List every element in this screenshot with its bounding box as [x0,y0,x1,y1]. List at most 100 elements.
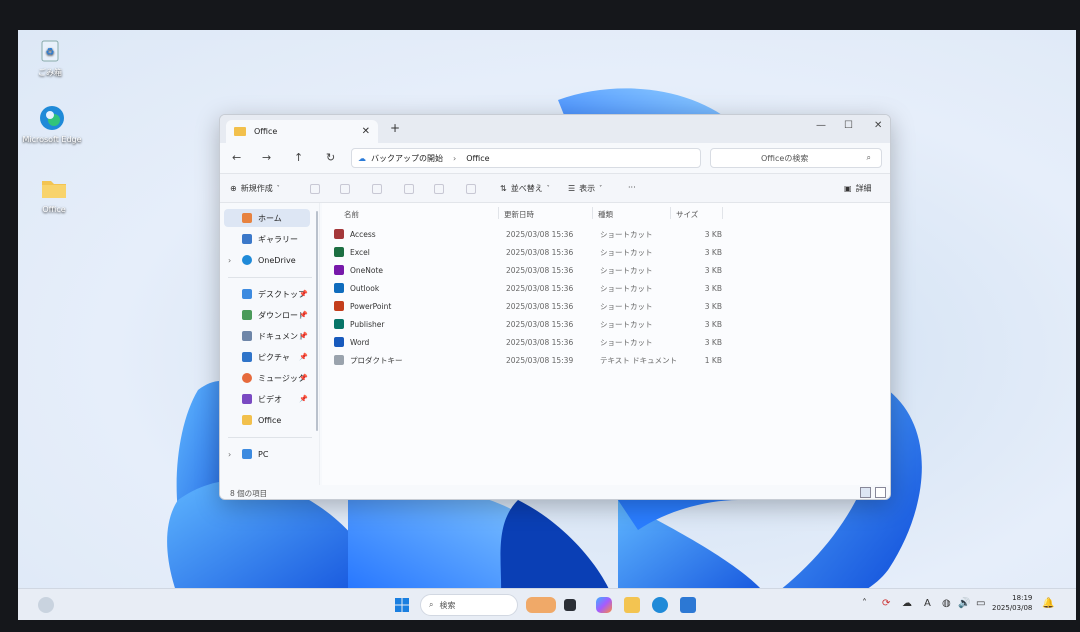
nav-item-music[interactable]: ミュージック 📌 [220,369,312,387]
cloud-offline-icon[interactable]: ☁ [902,598,912,609]
nav-item-home[interactable]: ホーム [224,209,310,227]
delete-icon[interactable] [466,184,476,194]
breadcrumb-item[interactable]: バックアップの開始 [371,153,443,164]
desktop-icon-label: Office [42,205,66,214]
more-options-button[interactable]: ··· [628,183,636,192]
column-header-name[interactable]: 名前 [344,209,359,220]
chevron-right-icon: › [453,153,457,163]
refresh-icon[interactable]: ↻ [326,151,335,164]
sort-button[interactable]: ⇅ 並べ替え ˅ [500,183,550,194]
pin-icon[interactable]: 📌 [299,332,308,340]
up-arrow-icon[interactable]: ↑ [294,151,303,164]
details-view-icon[interactable] [860,487,871,498]
globe-icon[interactable]: ◍ [942,598,951,609]
chevron-up-icon[interactable]: ˄ [862,598,867,609]
tiles-view-icon[interactable] [875,487,886,498]
nav-item-downloads[interactable]: ダウンロード 📌 [220,306,312,324]
desktop-icon-label: Microsoft Edge [22,135,82,144]
start-icon[interactable] [394,597,410,613]
column-separator[interactable] [670,207,671,219]
back-arrow-icon[interactable]: ← [232,151,241,164]
pin-icon[interactable]: 📌 [299,353,308,361]
breadcrumb-item[interactable]: Office [466,154,489,163]
edge-icon[interactable] [652,597,668,613]
nav-item-pictures[interactable]: ピクチャ 📌 [220,348,312,366]
paste-icon[interactable] [372,184,382,194]
close-window-icon[interactable]: ✕ [874,120,882,131]
task-view-icon[interactable] [564,599,576,611]
pin-icon[interactable]: 📌 [299,395,308,403]
minimize-icon[interactable]: — [816,120,826,131]
nav-label: ビデオ [258,394,282,404]
nav-item-onedrive[interactable]: › OneDrive [220,251,312,269]
nav-scrollbar[interactable] [316,211,318,431]
column-header-type[interactable]: 種類 [598,209,613,220]
column-separator[interactable] [722,207,723,219]
edge-icon [38,104,66,132]
chevron-down-icon: ˅ [599,185,603,192]
store-icon[interactable] [680,597,696,613]
excel-shortcut-icon [334,247,344,257]
file-row[interactable]: Excel 2025/03/08 15:36 ショートカット 3 KB [334,243,724,261]
file-row[interactable]: Publisher 2025/03/08 15:36 ショートカット 3 KB [334,315,724,333]
file-type: ショートカット [600,301,653,311]
column-separator[interactable] [498,207,499,219]
search-highlight-icon[interactable] [526,597,556,613]
plus-circle-icon: ⊕ [230,184,237,193]
file-row[interactable]: OneNote 2025/03/08 15:36 ショートカット 3 KB [334,261,724,279]
nav-divider [228,277,312,278]
update-icon[interactable]: ⟳ [882,598,890,609]
file-explorer-icon[interactable] [624,597,640,613]
copy-icon[interactable] [340,184,350,194]
address-bar[interactable]: ☁ バックアップの開始 › Office [351,148,701,168]
file-explorer-window: Office ✕ + — ☐ ✕ ← → ↑ ↻ ☁ バックアップの開始 › O… [219,114,891,500]
pin-icon[interactable]: 📌 [299,290,308,298]
column-separator[interactable] [592,207,593,219]
pin-icon[interactable]: 📌 [299,311,308,319]
copilot-icon[interactable] [596,597,612,613]
chevron-down-icon: ˅ [546,185,550,192]
taskbar-search[interactable]: ⌕ 検索 [420,594,518,616]
search-icon: ⌕ [429,600,434,609]
tab-office[interactable]: Office ✕ [226,120,378,143]
nav-item-documents[interactable]: ドキュメント 📌 [220,327,312,345]
new-tab-button[interactable]: + [390,121,400,135]
battery-icon[interactable]: ▭ [976,598,985,609]
nav-item-gallery[interactable]: ギャラリー [220,230,312,248]
column-header-date[interactable]: 更新日時 [504,209,534,220]
file-row[interactable]: Outlook 2025/03/08 15:36 ショートカット 3 KB [334,279,724,297]
nav-item-pc[interactable]: › PC [220,445,312,463]
forward-arrow-icon[interactable]: → [262,151,271,164]
desktop-icon-recycle-bin[interactable]: ♻ ごみ箱 [20,36,80,78]
tab-title: Office [254,127,278,136]
file-row[interactable]: PowerPoint 2025/03/08 15:36 ショートカット 3 KB [334,297,724,315]
file-size: 3 KB [704,301,722,311]
volume-icon[interactable]: 🔊 [958,598,970,609]
close-tab-icon[interactable]: ✕ [362,126,370,137]
rename-icon[interactable] [404,184,414,194]
widgets-icon[interactable] [38,597,54,613]
desktop-icon-edge[interactable]: Microsoft Edge [22,104,82,144]
column-header-size[interactable]: サイズ [676,209,698,220]
file-row[interactable]: Access 2025/03/08 15:36 ショートカット 3 KB [334,225,724,243]
search-box[interactable]: Officeの検索 ⌕ [710,148,882,168]
pin-icon[interactable]: 📌 [299,374,308,382]
command-bar: ⊕ 新規作成 ˅ ⇅ 並べ替え ˅ ☰ 表示 ˅ ··· ▣ 詳細 [220,173,890,203]
cut-icon[interactable] [310,184,320,194]
nav-item-videos[interactable]: ビデオ 📌 [220,390,312,408]
file-name: Outlook [350,283,380,293]
nav-item-office[interactable]: Office [220,411,312,429]
ime-indicator[interactable]: A [924,598,931,609]
nav-item-desktop[interactable]: デスクトップ 📌 [220,285,312,303]
new-button[interactable]: ⊕ 新規作成 ˅ [230,183,280,194]
maximize-icon[interactable]: ☐ [844,120,853,131]
share-icon[interactable] [434,184,444,194]
file-row[interactable]: プロダクトキー 2025/03/08 15:39 テキスト ドキュメント 1 K… [334,351,724,369]
desktop-icon-office-folder[interactable]: Office [24,174,84,214]
file-row[interactable]: Word 2025/03/08 15:36 ショートカット 3 KB [334,333,724,351]
notification-bell-icon[interactable]: 🔔 [1042,598,1054,609]
clock[interactable]: 18:19 2025/03/08 [992,593,1032,613]
details-button[interactable]: ▣ 詳細 [844,183,872,194]
view-button[interactable]: ☰ 表示 ˅ [568,183,602,194]
file-date: 2025/03/08 15:36 [506,247,574,257]
